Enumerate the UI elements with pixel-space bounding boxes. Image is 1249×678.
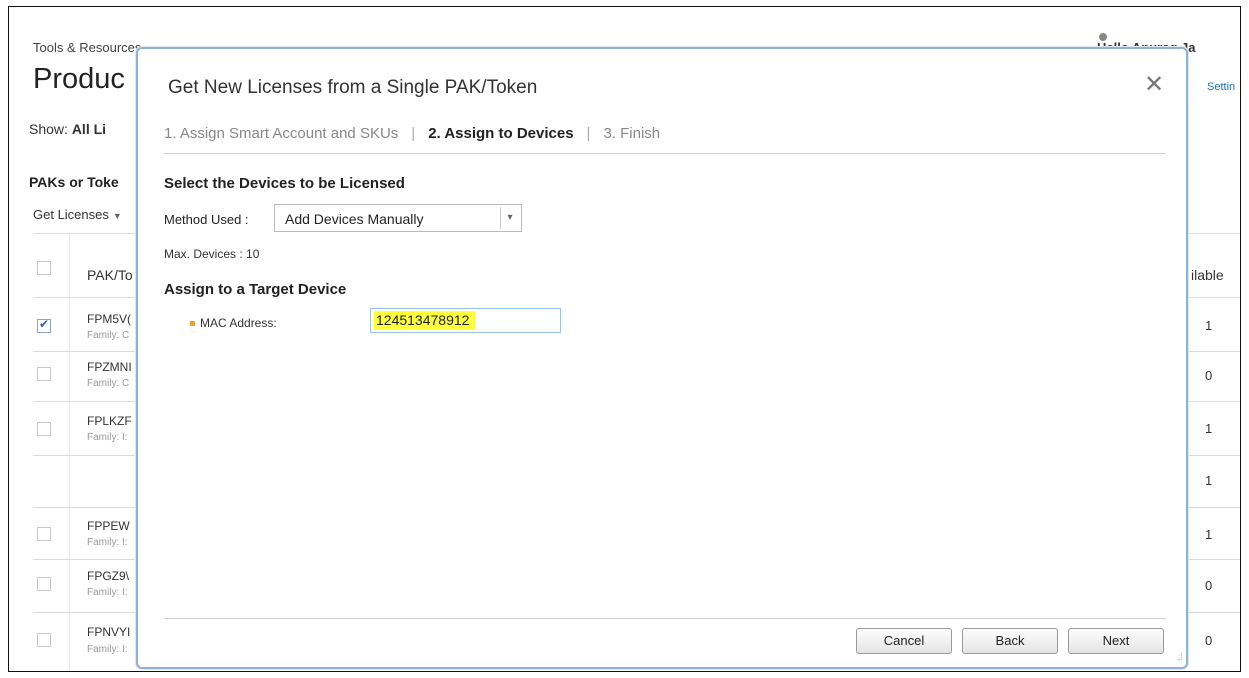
row-checkbox[interactable] <box>37 317 51 333</box>
row-checkbox[interactable] <box>37 577 51 591</box>
column-header-available[interactable]: ilable <box>1191 267 1224 283</box>
mac-address-label: MAC Address: <box>200 316 277 330</box>
method-used-value: Add Devices Manually <box>285 211 424 227</box>
page-title: Produc <box>33 63 125 95</box>
row-pak-code[interactable]: FPGZ9\ <box>87 569 129 583</box>
method-used-select[interactable]: Add Devices Manually ▾ <box>274 204 522 232</box>
step-assign-devices[interactable]: 2. Assign to Devices <box>428 125 573 142</box>
column-header-pak[interactable]: PAK/To <box>87 267 133 283</box>
max-devices-text: Max. Devices : 10 <box>164 247 260 261</box>
step-separator: | <box>411 125 416 142</box>
mac-address-value: 124513478912 <box>374 311 476 330</box>
row-pak-code[interactable]: FPZMNI <box>87 360 132 374</box>
show-label: Show: <box>29 121 68 137</box>
row-pak-code[interactable]: FPNVYI <box>87 625 130 639</box>
close-icon[interactable]: ✕ <box>1144 73 1164 97</box>
row-checkbox[interactable] <box>37 422 51 436</box>
row-available: 1 <box>1205 318 1213 333</box>
row-pak-code[interactable]: FPLKZF <box>87 414 132 428</box>
row-available: 0 <box>1205 633 1213 648</box>
row-family: Family: C <box>87 378 130 389</box>
row-available: 0 <box>1205 578 1213 593</box>
row-available: 0 <box>1205 368 1213 383</box>
breadcrumb[interactable]: Tools & Resources <box>33 40 141 55</box>
row-family: Family: I: <box>87 537 128 548</box>
row-available: 1 <box>1205 473 1213 488</box>
resize-grip-icon[interactable]: .:⁞ <box>1177 652 1183 663</box>
steps-divider <box>164 153 1166 154</box>
screenshot-frame: Tools & Resources Hello Anurag Ja Produc… <box>8 6 1241 672</box>
show-filter[interactable]: Show: All Li <box>29 121 106 137</box>
row-pak-code[interactable]: FPPEW <box>87 519 130 533</box>
row-available: 1 <box>1205 527 1213 542</box>
step-finish[interactable]: 3. Finish <box>603 125 660 142</box>
row-family: Family: I: <box>87 587 128 598</box>
get-licenses-label: Get Licenses <box>33 207 109 222</box>
cancel-button[interactable]: Cancel <box>856 628 952 654</box>
section-title-select-devices: Select the Devices to be Licensed <box>164 175 405 192</box>
footer-divider <box>164 618 1166 619</box>
row-family: Family: I: <box>87 432 128 443</box>
row-available: 1 <box>1205 421 1213 436</box>
row-checkbox[interactable] <box>37 527 51 541</box>
back-button[interactable]: Back <box>962 628 1058 654</box>
row-family: Family: C <box>87 330 130 341</box>
step-assign-smart-account[interactable]: 1. Assign Smart Account and SKUs <box>164 125 398 142</box>
table-column-divider <box>69 233 70 671</box>
row-checkbox[interactable] <box>37 633 51 647</box>
chevron-down-icon[interactable]: ▾ <box>500 207 519 229</box>
row-family: Family: I: <box>87 644 128 655</box>
required-marker-icon <box>190 321 195 326</box>
method-used-label: Method Used : <box>164 212 249 227</box>
section-title-target-device: Assign to a Target Device <box>164 281 347 298</box>
show-value[interactable]: All Li <box>72 121 106 137</box>
license-modal: Get New Licenses from a Single PAK/Token… <box>136 47 1188 669</box>
chevron-down-icon: ▼ <box>112 211 122 221</box>
row-checkbox[interactable] <box>37 367 51 381</box>
paks-section-title: PAKs or Toke <box>29 174 119 190</box>
row-pak-code[interactable]: FPM5V( <box>87 312 131 326</box>
settings-link[interactable]: Settin <box>1207 81 1235 93</box>
next-button[interactable]: Next <box>1068 628 1164 654</box>
select-all-checkbox[interactable] <box>37 261 51 275</box>
get-licenses-menu[interactable]: Get Licenses ▼ <box>33 207 122 222</box>
mac-address-input[interactable]: 124513478912 <box>370 308 561 333</box>
wizard-steps: 1. Assign Smart Account and SKUs | 2. Assi… <box>164 125 660 142</box>
modal-title: Get New Licenses from a Single PAK/Token <box>168 77 538 98</box>
step-separator: | <box>586 125 591 142</box>
